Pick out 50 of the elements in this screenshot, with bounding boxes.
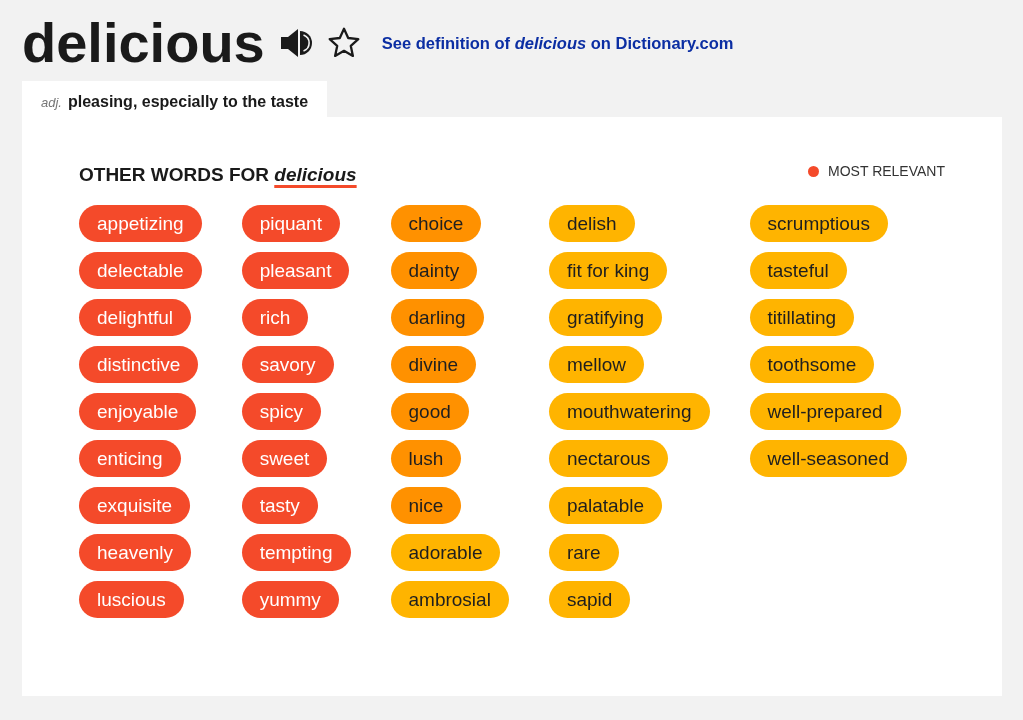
synonym-link[interactable]: piquant xyxy=(241,205,340,242)
synonym-link[interactable]: gratifying xyxy=(548,299,662,336)
synonym-link[interactable]: rare xyxy=(548,534,619,571)
definition-text: pleasing, especially to the taste xyxy=(67,92,309,112)
synonym-link[interactable]: delish xyxy=(548,205,635,242)
synonym-link[interactable]: tempting xyxy=(241,534,351,571)
synonym-link[interactable]: palatable xyxy=(548,487,662,524)
synonym-link[interactable]: toothsome xyxy=(749,346,875,383)
synonym-link[interactable]: divine xyxy=(390,346,477,383)
star-icon[interactable] xyxy=(327,27,360,59)
synonym-link[interactable]: ambrosial xyxy=(390,581,509,618)
synonym-link[interactable]: adorable xyxy=(390,534,501,571)
entry-word: delicious xyxy=(22,15,265,71)
synonym-link[interactable]: tasty xyxy=(241,487,318,524)
synonym-link[interactable]: fit for king xyxy=(548,252,668,289)
synonym-link[interactable]: enjoyable xyxy=(79,393,197,430)
synonym-link[interactable]: distinctive xyxy=(79,346,199,383)
synonym-link[interactable]: delectable xyxy=(79,252,202,289)
synonym-link[interactable]: mouthwatering xyxy=(548,393,710,430)
definition-link[interactable]: See definition of delicious on Dictionary.com xyxy=(381,30,734,56)
synonym-link[interactable]: well-prepared xyxy=(749,393,901,430)
synonym-link[interactable]: dainty xyxy=(390,252,478,289)
synonym-link[interactable]: enticing xyxy=(79,440,181,477)
synonym-link[interactable]: yummy xyxy=(241,581,339,618)
synonym-link[interactable]: nectarous xyxy=(548,440,669,477)
synonym-link[interactable]: spicy xyxy=(241,393,321,430)
synonym-link[interactable]: rich xyxy=(241,299,309,336)
synonym-link[interactable]: sweet xyxy=(241,440,328,477)
synonym-link[interactable]: good xyxy=(390,393,469,430)
part-of-speech: adj. xyxy=(41,94,62,112)
synonym-link[interactable]: heavenly xyxy=(79,534,192,571)
synonym-link[interactable]: luscious xyxy=(79,581,184,618)
synonym-link[interactable]: savory xyxy=(241,346,334,383)
synonym-link[interactable]: lush xyxy=(390,440,462,477)
synonym-link[interactable]: choice xyxy=(390,205,482,242)
synonym-link[interactable]: darling xyxy=(390,299,484,336)
synonym-link[interactable]: sapid xyxy=(548,581,631,618)
synonym-link[interactable]: delightful xyxy=(79,299,192,336)
synonym-link[interactable]: exquisite xyxy=(79,487,190,524)
synonyms-heading: OTHER WORDS FOR delicious xyxy=(79,164,357,184)
synonym-link[interactable]: scrumptious xyxy=(749,205,888,242)
legend-label: MOST RELEVANT xyxy=(828,161,945,181)
synonym-link[interactable]: nice xyxy=(390,487,462,524)
synonym-link[interactable]: mellow xyxy=(548,346,644,383)
speaker-icon[interactable] xyxy=(279,27,312,59)
synonym-link[interactable]: pleasant xyxy=(241,252,350,289)
synonym-link[interactable]: well-seasoned xyxy=(749,440,907,477)
synonym-link[interactable]: tasteful xyxy=(749,252,847,289)
synonym-link[interactable]: titillating xyxy=(749,299,855,336)
synonym-link[interactable]: appetizing xyxy=(79,205,202,242)
